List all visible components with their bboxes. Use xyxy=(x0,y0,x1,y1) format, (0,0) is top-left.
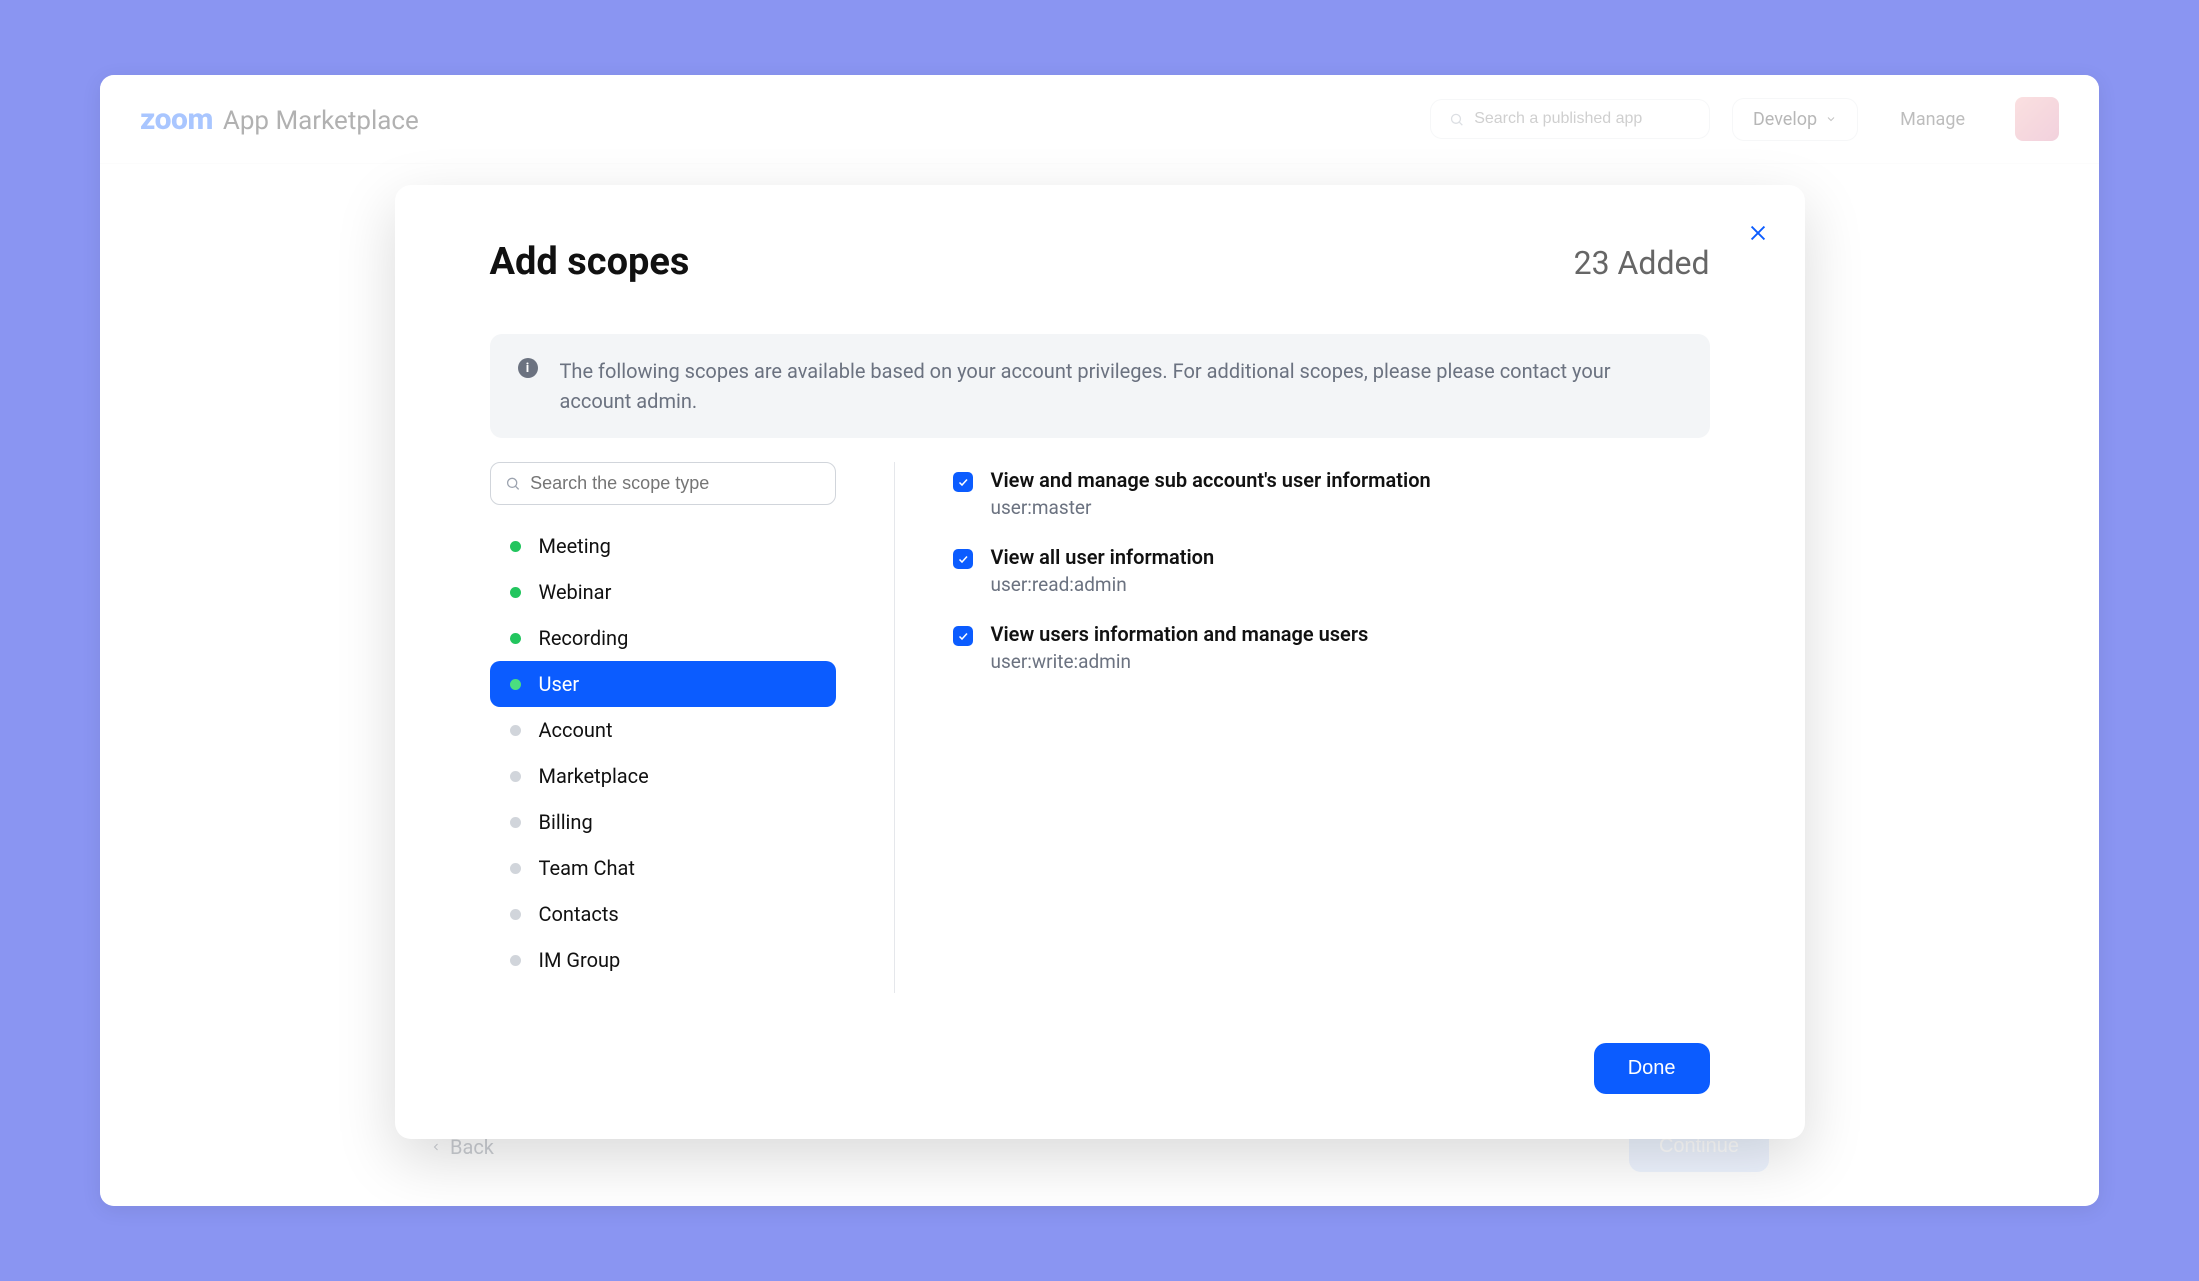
check-icon xyxy=(957,630,969,642)
category-item-marketplace[interactable]: Marketplace xyxy=(490,753,836,799)
status-dot xyxy=(510,725,521,736)
category-label: Billing xyxy=(539,810,593,834)
status-dot xyxy=(510,817,521,828)
close-button[interactable] xyxy=(1747,221,1769,251)
status-dot xyxy=(510,909,521,920)
scope-id: user:write:admin xyxy=(991,650,1369,673)
scope-row: View and manage sub account's user infor… xyxy=(953,468,1710,519)
status-dot xyxy=(510,633,521,644)
status-dot xyxy=(510,587,521,598)
modal-body: Meeting Webinar Recording User Account Market… xyxy=(490,462,1710,993)
scope-text: View all user information user:read:admin xyxy=(991,545,1215,596)
status-dot xyxy=(510,955,521,966)
category-item-contacts[interactable]: Contacts xyxy=(490,891,836,937)
app-window: zoom App Marketplace Develop Manage Back… xyxy=(100,75,2099,1206)
scope-title: View all user information xyxy=(991,545,1215,569)
category-item-webinar[interactable]: Webinar xyxy=(490,569,836,615)
category-label: Team Chat xyxy=(539,856,635,880)
check-icon xyxy=(957,553,969,565)
category-item-team-chat[interactable]: Team Chat xyxy=(490,845,836,891)
modal-title: Add scopes xyxy=(490,240,690,284)
scope-title: View and manage sub account's user infor… xyxy=(991,468,1431,492)
category-item-account[interactable]: Account xyxy=(490,707,836,753)
category-label: Meeting xyxy=(539,534,611,558)
added-count: 23 Added xyxy=(1574,244,1710,282)
scope-id: user:read:admin xyxy=(991,573,1215,596)
category-label: User xyxy=(539,672,580,696)
scope-search-input[interactable] xyxy=(530,473,820,494)
status-dot xyxy=(510,771,521,782)
category-label: Marketplace xyxy=(539,764,649,788)
category-list: Meeting Webinar Recording User Account Market… xyxy=(490,523,836,983)
category-label: IM Group xyxy=(539,948,621,972)
scope-row: View users information and manage users u… xyxy=(953,622,1710,673)
done-button[interactable]: Done xyxy=(1594,1043,1710,1094)
scope-text: View users information and manage users u… xyxy=(991,622,1369,673)
scope-row: View all user information user:read:admin xyxy=(953,545,1710,596)
add-scopes-modal: Add scopes 23 Added i The following scop… xyxy=(395,185,1805,1139)
category-item-im-group[interactable]: IM Group xyxy=(490,937,836,983)
category-item-recording[interactable]: Recording xyxy=(490,615,836,661)
modal-footer: Done xyxy=(490,1043,1710,1094)
scope-checkbox[interactable] xyxy=(953,472,973,492)
scope-text: View and manage sub account's user infor… xyxy=(991,468,1431,519)
category-item-meeting[interactable]: Meeting xyxy=(490,523,836,569)
check-icon xyxy=(957,476,969,488)
category-label: Recording xyxy=(539,626,629,650)
status-dot xyxy=(510,863,521,874)
category-label: Webinar xyxy=(539,580,612,604)
info-text: The following scopes are available based… xyxy=(560,356,1682,416)
scope-search[interactable] xyxy=(490,462,836,505)
modal-header: Add scopes 23 Added xyxy=(490,240,1710,284)
scope-list: View and manage sub account's user infor… xyxy=(953,462,1710,993)
category-item-user[interactable]: User xyxy=(490,661,836,707)
search-icon xyxy=(505,475,521,492)
scope-checkbox[interactable] xyxy=(953,549,973,569)
category-label: Account xyxy=(539,718,613,742)
scope-id: user:master xyxy=(991,496,1431,519)
scope-checkbox[interactable] xyxy=(953,626,973,646)
category-item-billing[interactable]: Billing xyxy=(490,799,836,845)
category-panel: Meeting Webinar Recording User Account Market… xyxy=(490,462,895,993)
status-dot xyxy=(510,541,521,552)
scope-title: View users information and manage users xyxy=(991,622,1369,646)
status-dot xyxy=(510,679,521,690)
category-label: Contacts xyxy=(539,902,619,926)
close-icon xyxy=(1747,222,1769,244)
info-icon: i xyxy=(518,358,538,378)
info-banner: i The following scopes are available bas… xyxy=(490,334,1710,438)
